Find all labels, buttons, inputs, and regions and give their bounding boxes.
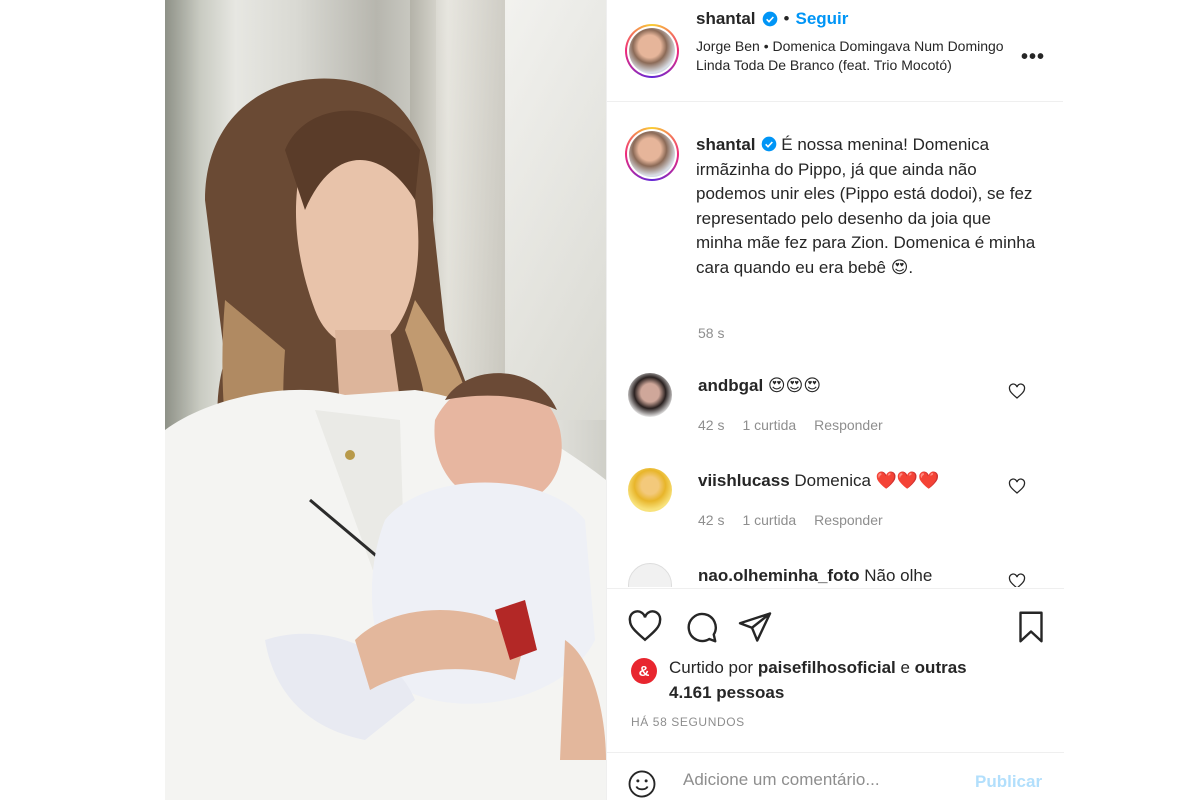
emoji-icon[interactable]	[627, 769, 657, 799]
photo-illustration	[165, 78, 606, 800]
comment-avatar[interactable]	[628, 563, 672, 587]
publish-button[interactable]: Publicar	[975, 772, 1042, 792]
post-caption: shantal É nossa menina! Domenica irmãzin…	[696, 133, 1036, 280]
comment-likes[interactable]: 1 curtida	[742, 512, 796, 528]
liked-by-avatar[interactable]: &	[631, 658, 657, 684]
header-separator: •	[783, 9, 790, 28]
comment-time: 42 s	[698, 512, 725, 528]
liked-middle: e	[895, 658, 915, 677]
liked-by-text[interactable]: Curtido por paisefilhosoficial e outras …	[669, 655, 999, 705]
post-timestamp[interactable]: Há 58 segundos	[631, 715, 745, 729]
comment-text: 😍😍😍	[763, 376, 822, 395]
comment-reply-button[interactable]: Responder	[814, 512, 883, 528]
comment-meta: 42 s 1 curtida Responder	[698, 512, 883, 528]
caption-avatar[interactable]	[625, 127, 679, 181]
more-options-button[interactable]: •••	[1021, 46, 1045, 69]
comment-meta: 42 s 1 curtida Responder	[698, 417, 883, 433]
follow-button[interactable]: Seguir	[795, 9, 848, 29]
comment-reply-button[interactable]: Responder	[814, 417, 883, 433]
heart-icon[interactable]	[1008, 478, 1026, 496]
comment-username[interactable]: nao.olheminha_foto	[698, 566, 860, 585]
verified-badge-icon	[761, 136, 776, 152]
comment-text: Não olhe	[859, 566, 933, 585]
comment-item: andbgal 😍😍😍 42 s 1 curtida Responder	[607, 373, 1064, 463]
header-title-line: shantal • Seguir	[696, 9, 848, 29]
author-avatar[interactable]	[625, 24, 679, 78]
comment-time: 42 s	[698, 417, 725, 433]
comment-item: nao.olheminha_foto Não olhe	[607, 563, 1064, 587]
author-username[interactable]: shantal	[696, 9, 756, 29]
comment-input[interactable]	[683, 770, 953, 790]
comment-bubble-icon[interactable]	[683, 609, 719, 645]
liked-user[interactable]: paisefilhosoficial	[758, 658, 896, 677]
verified-badge-icon	[762, 11, 777, 27]
comment-avatar[interactable]	[628, 373, 672, 417]
heart-icon[interactable]	[1008, 383, 1026, 401]
post-header: shantal • Seguir Jorge Ben • Domenica Do…	[607, 0, 1063, 102]
share-paper-plane-icon[interactable]	[737, 609, 773, 645]
comment-body: andbgal 😍😍😍	[698, 376, 821, 396]
liked-prefix: Curtido por	[669, 658, 758, 677]
post-photo[interactable]	[165, 0, 606, 800]
bookmark-icon[interactable]	[1013, 609, 1049, 645]
comment-username[interactable]: andbgal	[698, 376, 763, 395]
comment-text: Domenica ❤️❤️❤️	[789, 471, 940, 490]
post-panel: shantal • Seguir Jorge Ben • Domenica Do…	[606, 0, 1064, 800]
comment-username[interactable]: viishlucass	[698, 471, 790, 490]
comment-avatar[interactable]	[628, 468, 672, 512]
song-link[interactable]: Jorge Ben • Domenica Domingava Num Domin…	[696, 37, 1016, 75]
heart-icon[interactable]	[1008, 573, 1026, 587]
comments-section[interactable]: shantal É nossa menina! Domenica irmãzin…	[607, 103, 1064, 587]
add-comment-bar: Publicar	[607, 752, 1064, 800]
caption-time: 58 s	[698, 325, 725, 341]
post-actions: & Curtido por paisefilhosoficial e outra…	[607, 588, 1064, 800]
comment-item: viishlucass Domenica ❤️❤️❤️ 42 s 1 curti…	[607, 468, 1064, 558]
caption-text: É nossa menina! Domenica irmãzinha do Pi…	[696, 135, 1036, 277]
liked-by: & Curtido por paisefilhosoficial e outra…	[631, 655, 999, 705]
comment-body: viishlucass Domenica ❤️❤️❤️	[698, 471, 939, 491]
like-heart-icon[interactable]	[627, 609, 663, 645]
caption-username[interactable]: shantal	[696, 135, 756, 154]
comment-body: nao.olheminha_foto Não olhe	[698, 566, 932, 586]
comment-likes[interactable]: 1 curtida	[742, 417, 796, 433]
